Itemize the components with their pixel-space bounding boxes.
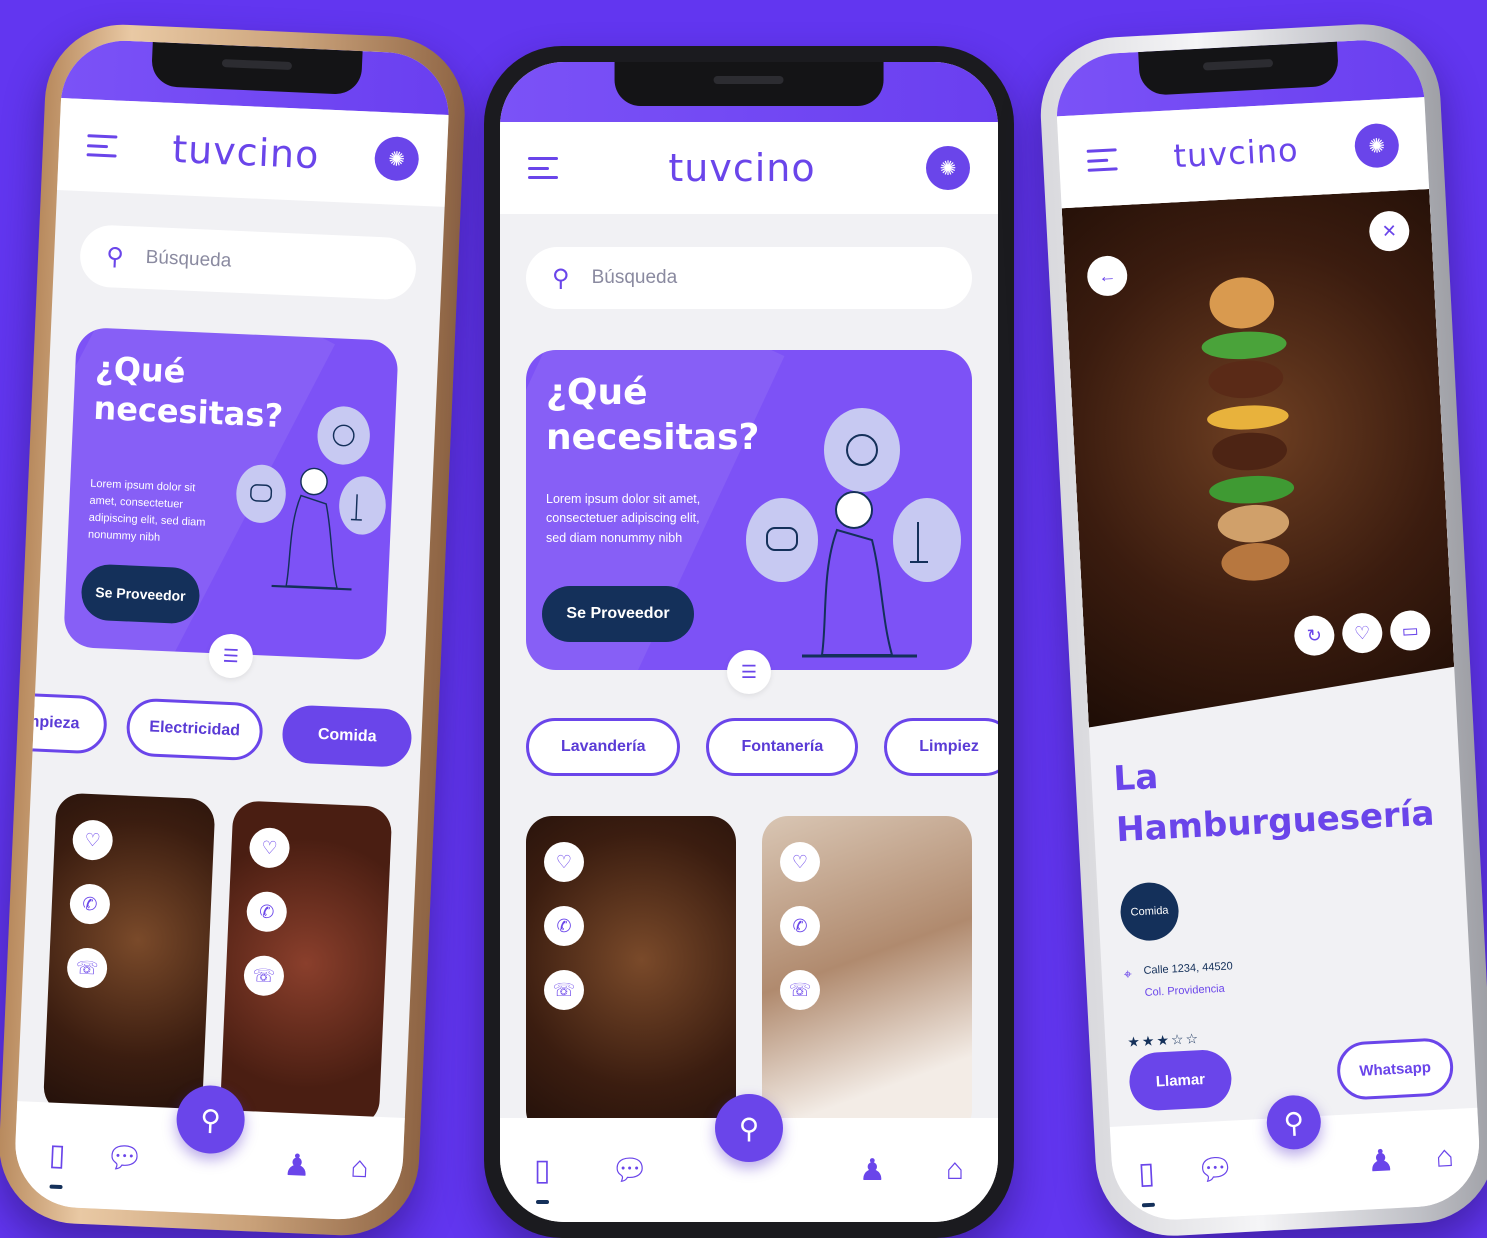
banner-title: ¿Qué necesitas? — [92, 348, 284, 436]
menu-icon[interactable] — [86, 134, 118, 158]
chip-comida[interactable]: Comida — [281, 704, 413, 768]
notebook-icon[interactable]: ▯ — [534, 1153, 551, 1204]
search-input[interactable]: ⚲ Búsqueda — [526, 247, 972, 309]
category-tag: Comida — [1119, 881, 1181, 943]
app-logo: tuvcino — [1172, 130, 1300, 176]
be-provider-button[interactable]: Se Proveedor — [80, 563, 201, 625]
heart-icon[interactable]: ♡ — [544, 842, 584, 882]
community-icon[interactable]: ♟ — [283, 1147, 311, 1183]
chat-icon[interactable]: 💬︎ — [611, 1153, 649, 1188]
notch — [150, 41, 363, 96]
community-icon[interactable]: ♟ — [1366, 1143, 1395, 1179]
phone-icon[interactable]: ☏ — [544, 970, 584, 1010]
community-icon[interactable]: ♟ — [859, 1153, 886, 1188]
address-line-1: Calle 1234, 44520 — [1143, 960, 1234, 977]
banner-title: ¿Qué necesitas? — [546, 372, 760, 458]
search-icon: ⚲ — [552, 264, 570, 292]
search-input[interactable]: ⚲ Búsqueda — [78, 224, 418, 301]
menu-icon[interactable] — [1086, 148, 1118, 172]
heart-icon[interactable]: ♡ — [1341, 612, 1383, 654]
notch — [614, 62, 884, 106]
list-icon[interactable]: ☰ — [727, 650, 771, 694]
woman-illustration — [746, 408, 961, 658]
business-cards: ♡ ✆ ☏ ♡ ✆ ☏ — [42, 792, 393, 1127]
chat-icon[interactable]: 💬︎ — [105, 1139, 145, 1176]
banner-body: Lorem ipsum dolor sit amet, consectetuer… — [546, 492, 701, 545]
search-icon: ⚲ — [105, 242, 125, 271]
back-icon[interactable]: ← — [1086, 255, 1128, 297]
app-header: tuvcino ✺ — [57, 98, 449, 207]
address-line-2: Col. Providencia — [1144, 982, 1226, 999]
address: ⌖ Calle 1234, 44520 Col. Providencia — [1123, 960, 1234, 1000]
card-meat[interactable]: ♡ ✆ ☏ — [219, 800, 393, 1127]
phone-icon[interactable]: ☏ — [66, 947, 108, 989]
phone-icon[interactable]: ☏ — [243, 954, 285, 997]
whatsapp-button[interactable]: Whatsapp — [1335, 1036, 1455, 1101]
home-screen: tuvcino ✺ ⚲ Búsqueda ¿Qué necesitas? Lor… — [12, 38, 452, 1222]
chip-limpieza[interactable]: Limpiez — [884, 718, 998, 776]
whatsapp-icon[interactable]: ✆ — [69, 883, 111, 925]
search-icon: ⚲ — [738, 1112, 760, 1144]
woman-illustration — [236, 406, 386, 591]
phone-right: tuvcino ✺ ← ✕ ↻ ♡ ▭ La Hamburguesería Co… — [1036, 20, 1487, 1238]
whatsapp-icon[interactable]: ✆ — [245, 890, 288, 933]
phone-center: tuvcino ✺ ⚲ Búsqueda ¿Qué necesitas? Lor… — [484, 46, 1014, 1238]
chip-electricidad[interactable]: Electricidad — [125, 697, 265, 762]
notebook-icon[interactable]: ▯ — [1137, 1155, 1155, 1191]
heart-icon[interactable]: ♡ — [780, 842, 820, 882]
alarm-icon[interactable]: ✺ — [1353, 122, 1400, 169]
chip-limpieza[interactable]: impieza — [12, 691, 108, 755]
search-placeholder: Búsqueda — [145, 246, 232, 272]
search-icon: ⚲ — [1282, 1106, 1305, 1139]
search-placeholder: Búsqueda — [591, 267, 678, 288]
app-logo: tuvcino — [668, 146, 816, 190]
app-logo: tuvcino — [171, 126, 321, 178]
chip-fontaneria[interactable]: Fontanería — [706, 718, 859, 776]
close-icon[interactable]: ✕ — [1368, 210, 1410, 252]
be-provider-button[interactable]: Se Proveedor — [542, 586, 694, 642]
rating-stars: ★★★☆☆ — [1126, 1030, 1201, 1050]
phone-left: tuvcino ✺ ⚲ Búsqueda ¿Qué necesitas? Lor… — [0, 21, 468, 1238]
call-button[interactable]: Llamar — [1127, 1048, 1233, 1112]
home-icon[interactable]: ⌂ — [350, 1151, 370, 1186]
promo-banner: ¿Qué necesitas? Lorem ipsum dolor sit am… — [526, 350, 972, 670]
comment-icon[interactable]: ▭ — [1389, 610, 1431, 652]
chip-lavanderia[interactable]: Lavandería — [526, 718, 681, 776]
card-burger[interactable]: ♡ ✆ ☏ — [526, 816, 736, 1136]
card-burger[interactable]: ♡ ✆ ☏ — [42, 792, 216, 1120]
alarm-icon[interactable]: ✺ — [925, 146, 970, 190]
list-icon[interactable]: ☰ — [207, 633, 254, 679]
app-header: tuvcino ✺ — [500, 122, 998, 214]
promo-banner: ¿Qué necesitas? Lorem ipsum dolor sit am… — [63, 326, 399, 661]
heart-icon[interactable]: ♡ — [71, 819, 114, 861]
business-title: La Hamburguesería — [1112, 756, 1436, 851]
whatsapp-icon[interactable]: ✆ — [544, 906, 584, 946]
hero-image: ← ✕ ↻ ♡ ▭ — [1062, 189, 1457, 728]
burger-illustration — [1154, 235, 1345, 643]
whatsapp-icon[interactable]: ✆ — [780, 906, 820, 946]
search-icon: ⚲ — [199, 1103, 222, 1136]
alarm-icon[interactable]: ✺ — [373, 135, 420, 182]
home-screen: tuvcino ✺ ⚲ Búsqueda ¿Qué necesitas? Lor… — [500, 62, 998, 1222]
notebook-icon[interactable]: ▯ — [48, 1137, 66, 1173]
business-cards: ♡ ✆ ☏ ♡ ✆ ☏ — [526, 816, 972, 1136]
category-chips: impieza Electricidad Comida — [12, 691, 452, 770]
heart-icon[interactable]: ♡ — [248, 826, 291, 869]
card-spa[interactable]: ♡ ✆ ☏ — [762, 816, 972, 1136]
phone-icon[interactable]: ☏ — [780, 970, 820, 1010]
detail-screen: tuvcino ✺ ← ✕ ↻ ♡ ▭ La Hamburguesería Co… — [1053, 37, 1483, 1223]
home-icon[interactable]: ⌂ — [946, 1153, 964, 1187]
banner-body: Lorem ipsum dolor sit amet, consectetuer… — [87, 477, 206, 544]
category-chips: Lavandería Fontanería Limpiez — [526, 718, 998, 776]
app-header: tuvcino ✺ — [1056, 97, 1430, 209]
search-fab[interactable]: ⚲ — [715, 1094, 783, 1162]
location-pin-icon: ⌖ — [1123, 965, 1133, 983]
chat-icon[interactable]: 💬︎ — [1195, 1151, 1235, 1188]
menu-icon[interactable] — [528, 157, 558, 179]
home-icon[interactable]: ⌂ — [1435, 1140, 1455, 1175]
